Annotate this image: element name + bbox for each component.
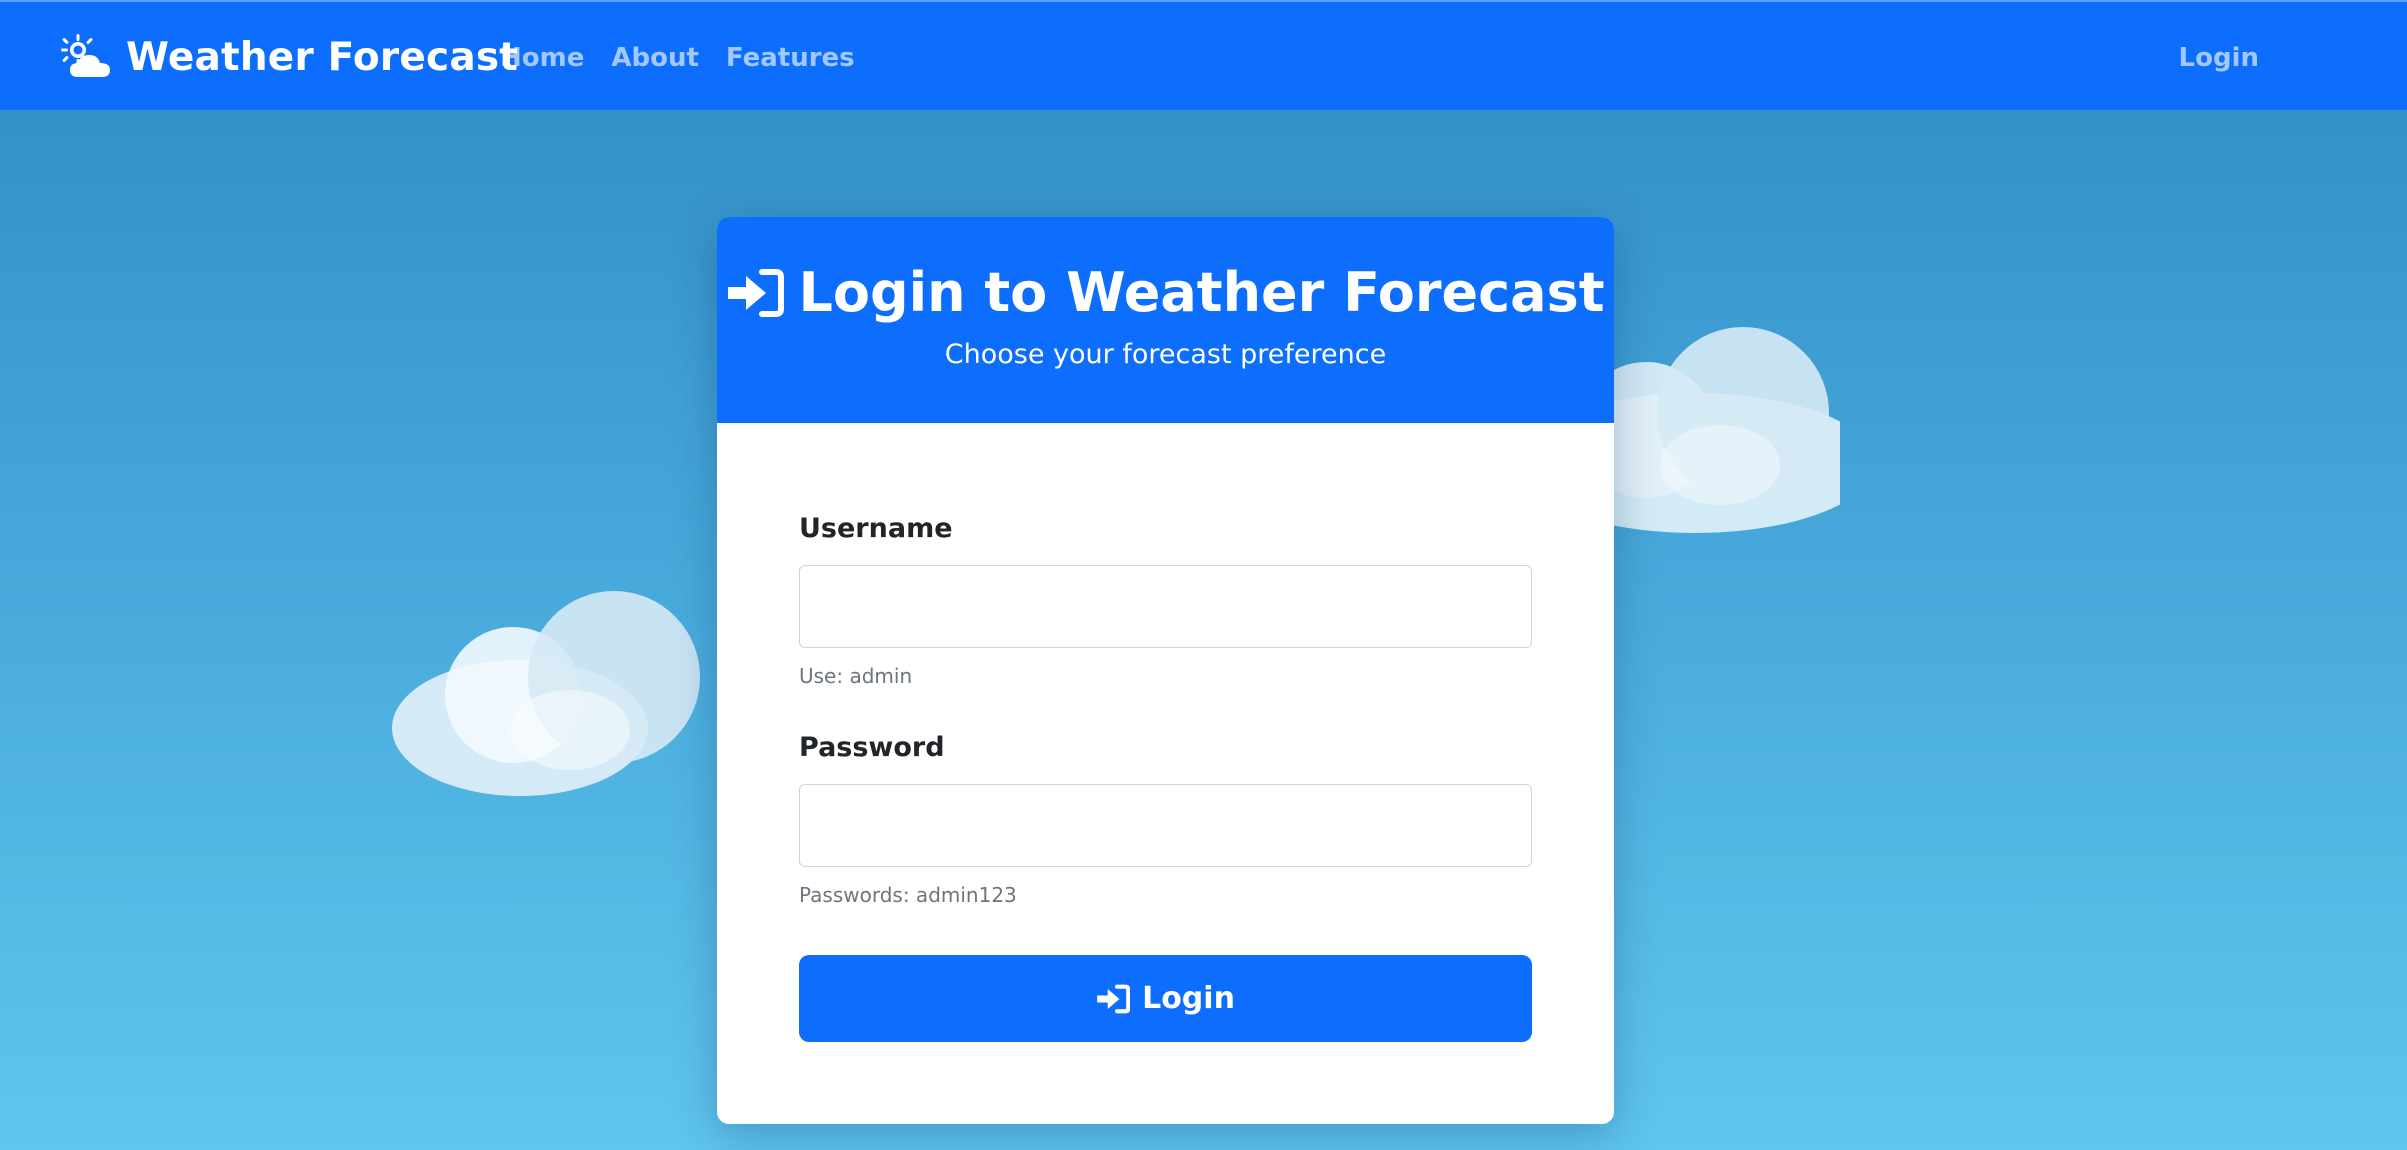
navbar: Weather Forecast Home About Features Log… <box>0 0 2407 110</box>
password-group: Password Passwords: admin123 <box>799 730 1532 909</box>
login-title: Login to Weather Forecast <box>726 261 1605 325</box>
cloud-right <box>1600 327 1840 533</box>
username-hint: Use: admin <box>799 664 913 688</box>
login-card: Login to Weather Forecast Choose your fo… <box>717 217 1614 1124</box>
password-label: Password <box>799 732 945 763</box>
nav-links: Home About Features <box>500 40 855 76</box>
sun-behind-cloud-icon <box>61 34 110 77</box>
sign-in-icon <box>728 269 785 317</box>
cloud-left <box>392 591 700 796</box>
brand-link[interactable]: Weather Forecast <box>58 32 518 82</box>
login-title-text: Login to Weather Forecast <box>798 261 1605 324</box>
login-submit-button[interactable]: Login <box>799 955 1532 1042</box>
password-hint: Passwords: admin123 <box>799 883 1017 907</box>
username-label: Username <box>799 513 953 544</box>
nav-about-link[interactable]: About <box>611 40 699 76</box>
password-input[interactable] <box>799 784 1532 867</box>
username-group: Username Use: admin <box>799 511 1532 690</box>
login-subtitle: Choose your forecast preference <box>944 339 1387 370</box>
nav-home-link[interactable]: Home <box>500 40 584 76</box>
login-form: Username Use: admin Password Passwords: … <box>717 511 1614 909</box>
nav-features-link[interactable]: Features <box>726 40 855 76</box>
login-card-header: Login to Weather Forecast Choose your fo… <box>717 217 1614 423</box>
username-input[interactable] <box>799 565 1532 648</box>
brand-name: Weather Forecast <box>126 34 519 80</box>
nav-login-link[interactable]: Login <box>2179 40 2259 76</box>
sign-in-icon <box>1097 984 1131 1013</box>
login-submit-label: Login <box>1142 981 1235 1016</box>
